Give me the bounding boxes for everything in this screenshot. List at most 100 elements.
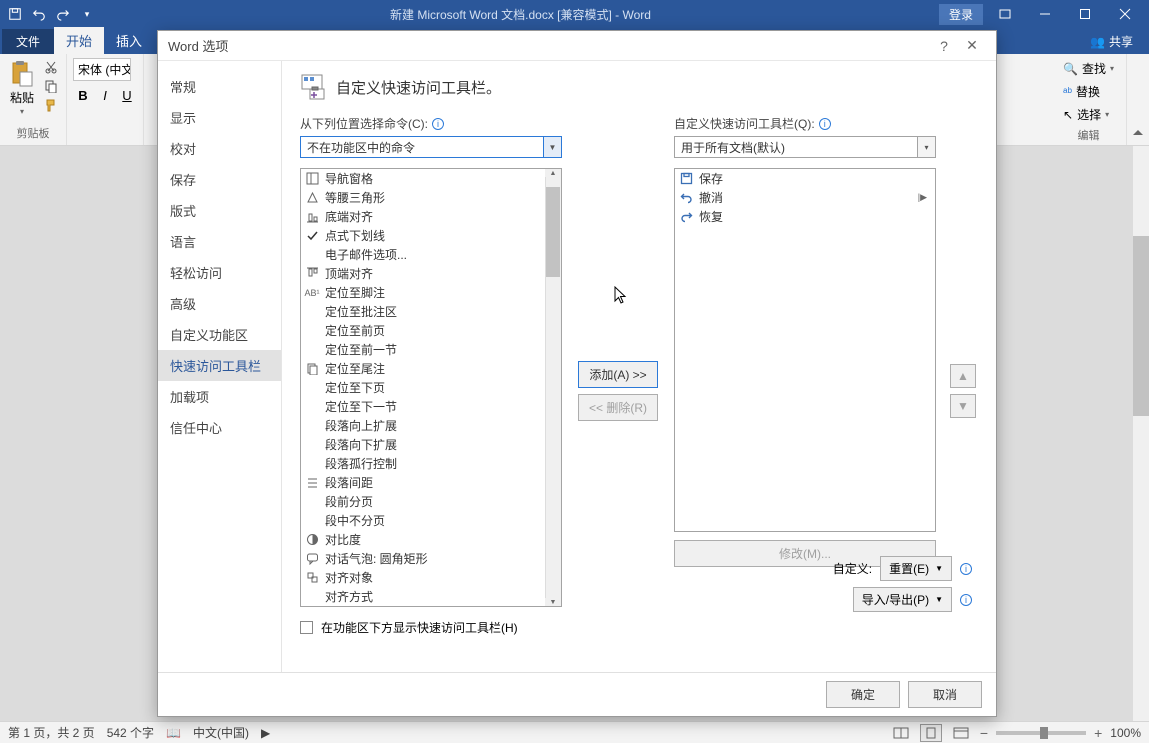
maximize-icon[interactable] xyxy=(1067,0,1103,28)
cancel-button[interactable]: 取消 xyxy=(908,681,982,708)
nav-item-10[interactable]: 加载项 xyxy=(158,381,281,412)
command-item[interactable]: 段落向上扩展 xyxy=(301,416,561,435)
info-icon[interactable]: i xyxy=(819,118,831,130)
italic-button[interactable]: I xyxy=(95,85,115,105)
word-count[interactable]: 542 个字 xyxy=(107,724,154,741)
command-item[interactable]: AB¹定位至脚注 xyxy=(301,283,561,302)
command-item[interactable]: 对话气泡: 圆角矩形 xyxy=(301,549,561,568)
qat-item[interactable]: 恢复 xyxy=(675,207,935,226)
help-icon[interactable]: ? xyxy=(930,32,958,60)
nav-item-8[interactable]: 自定义功能区 xyxy=(158,319,281,350)
nav-item-7[interactable]: 高级 xyxy=(158,288,281,319)
commands-source-combo[interactable]: 不在功能区中的命令 ▼ xyxy=(300,136,562,158)
replace-button[interactable]: ᵃᵇ替换 xyxy=(1057,81,1120,102)
info-icon[interactable]: i xyxy=(432,118,444,130)
command-item[interactable]: 段落间距▶ xyxy=(301,473,561,492)
nav-item-3[interactable]: 保存 xyxy=(158,164,281,195)
nav-item-5[interactable]: 语言 xyxy=(158,226,281,257)
underline-button[interactable]: U xyxy=(117,85,137,105)
bold-button[interactable]: B xyxy=(73,85,93,105)
collapse-ribbon-icon[interactable] xyxy=(1131,127,1145,141)
zoom-slider[interactable] xyxy=(996,731,1086,735)
nav-item-11[interactable]: 信任中心 xyxy=(158,412,281,443)
language-indicator[interactable]: 中文(中国) xyxy=(193,724,249,741)
dialog-header: 自定义快速访问工具栏。 xyxy=(336,77,501,98)
zoom-out-icon[interactable]: − xyxy=(980,725,988,741)
command-item[interactable]: 底端对齐 xyxy=(301,207,561,226)
close-icon[interactable] xyxy=(1107,0,1143,28)
info-icon[interactable]: i xyxy=(960,563,972,575)
tab-home[interactable]: 开始 xyxy=(54,27,104,54)
tab-file[interactable]: 文件 xyxy=(2,29,54,54)
nav-item-4[interactable]: 版式 xyxy=(158,195,281,226)
command-item[interactable]: 定位至前页 xyxy=(301,321,561,340)
command-item[interactable]: 电子邮件选项... xyxy=(301,245,561,264)
add-button[interactable]: 添加(A) >> xyxy=(578,361,658,388)
import-export-button[interactable]: 导入/导出(P)▼ xyxy=(853,587,952,612)
command-item[interactable]: 定位至下页 xyxy=(301,378,561,397)
show-below-label: 在功能区下方显示快速访问工具栏(H) xyxy=(321,619,518,636)
command-item[interactable]: 对齐对象▶ xyxy=(301,568,561,587)
nav-item-9[interactable]: 快速访问工具栏 xyxy=(158,350,281,381)
zoom-in-icon[interactable]: + xyxy=(1094,725,1102,741)
cut-icon[interactable] xyxy=(42,58,60,76)
command-item[interactable]: 导航窗格 xyxy=(301,169,561,188)
share-button[interactable]: 👥共享 xyxy=(1076,29,1147,54)
login-button[interactable]: 登录 xyxy=(939,4,983,25)
commands-list[interactable]: 导航窗格等腰三角形底端对齐点式下划线电子邮件选项...顶端对齐AB¹定位至脚注定… xyxy=(300,168,562,607)
tab-insert[interactable]: 插入 xyxy=(104,27,154,54)
spellcheck-icon[interactable]: 📖 xyxy=(166,726,181,740)
command-item[interactable]: 定位至下一节 xyxy=(301,397,561,416)
macro-icon[interactable]: ▶ xyxy=(261,726,270,740)
font-name-input[interactable]: 宋体 (中文 xyxy=(73,58,131,81)
nav-item-1[interactable]: 显示 xyxy=(158,102,281,133)
zoom-level[interactable]: 100% xyxy=(1110,726,1141,740)
show-below-checkbox[interactable] xyxy=(300,621,313,634)
paste-button[interactable]: 粘贴 ▾ xyxy=(6,58,38,118)
command-item[interactable]: 对比度▶ xyxy=(301,530,561,549)
web-layout-icon[interactable] xyxy=(950,724,972,742)
page-indicator[interactable]: 第 1 页，共 2 页 xyxy=(8,724,95,741)
command-item[interactable]: 段落孤行控制 xyxy=(301,454,561,473)
nav-item-2[interactable]: 校对 xyxy=(158,133,281,164)
nav-item-0[interactable]: 常规 xyxy=(158,71,281,102)
zoom-slider-thumb[interactable] xyxy=(1040,727,1048,739)
redo-icon[interactable] xyxy=(52,3,74,25)
command-item[interactable]: 定位至尾注 xyxy=(301,359,561,378)
read-mode-icon[interactable] xyxy=(890,724,912,742)
find-button[interactable]: 🔍查找▾ xyxy=(1057,58,1120,79)
select-button[interactable]: ↖选择▾ xyxy=(1057,104,1120,125)
list-scrollbar[interactable]: ▲ ▼ xyxy=(545,169,561,606)
nav-item-6[interactable]: 轻松访问 xyxy=(158,257,281,288)
command-item[interactable]: 等腰三角形 xyxy=(301,188,561,207)
qat-item[interactable]: 保存 xyxy=(675,169,935,188)
command-item[interactable]: 段落向下扩展 xyxy=(301,435,561,454)
qat-item[interactable]: 撤消|▶ xyxy=(675,188,935,207)
qat-scope-combo[interactable]: 用于所有文档(默认) ▾ xyxy=(674,136,936,158)
command-item[interactable]: 对齐方式▶ xyxy=(301,587,561,606)
scrollbar-thumb[interactable] xyxy=(1133,236,1149,416)
qat-dropdown-icon[interactable]: ▾ xyxy=(76,3,98,25)
ribbon-display-icon[interactable] xyxy=(987,0,1023,28)
copy-icon[interactable] xyxy=(42,77,60,95)
print-layout-icon[interactable] xyxy=(920,724,942,742)
command-item[interactable]: 段前分页 xyxy=(301,492,561,511)
undo-icon[interactable] xyxy=(28,3,50,25)
command-item[interactable]: 段中不分页 xyxy=(301,511,561,530)
command-item[interactable]: 定位至批注区 xyxy=(301,302,561,321)
minimize-icon[interactable] xyxy=(1027,0,1063,28)
reset-button[interactable]: 重置(E)▼ xyxy=(880,556,952,581)
info-icon[interactable]: i xyxy=(960,594,972,606)
command-item[interactable]: 顶端对齐 xyxy=(301,264,561,283)
save-icon[interactable] xyxy=(4,3,26,25)
vertical-scrollbar[interactable] xyxy=(1133,146,1149,721)
list-scrollbar-thumb[interactable] xyxy=(546,187,560,277)
ok-button[interactable]: 确定 xyxy=(826,681,900,708)
scroll-down-icon[interactable]: ▼ xyxy=(545,598,561,606)
command-item[interactable]: 点式下划线 xyxy=(301,226,561,245)
scroll-up-icon[interactable]: ▲ xyxy=(545,169,561,177)
dialog-close-icon[interactable]: ✕ xyxy=(958,32,986,60)
format-painter-icon[interactable] xyxy=(42,96,60,114)
qat-list[interactable]: 保存撤消|▶恢复 xyxy=(674,168,936,532)
command-item[interactable]: 定位至前一节 xyxy=(301,340,561,359)
